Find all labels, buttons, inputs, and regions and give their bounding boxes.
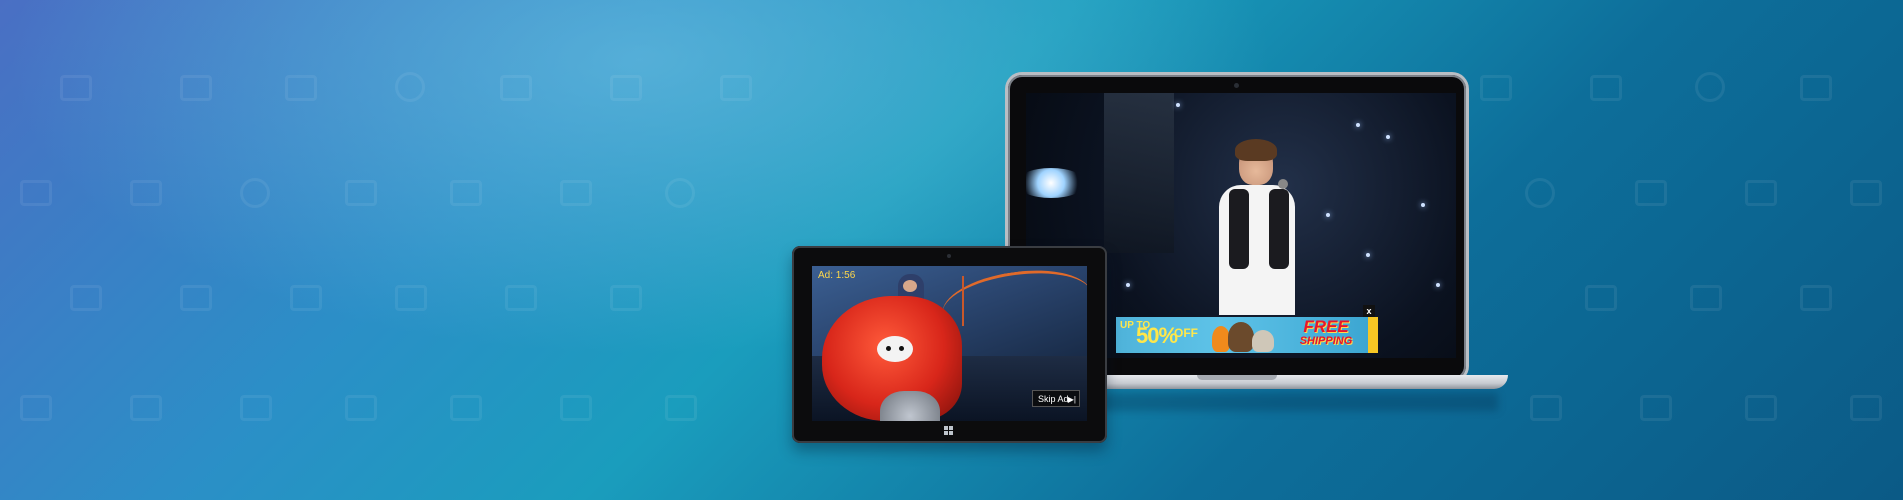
- calendar-icon: [395, 285, 427, 311]
- gear-icon: [450, 395, 482, 421]
- circle-icon: [665, 178, 695, 208]
- windows-start-button[interactable]: [944, 426, 954, 436]
- document-icon: [70, 285, 102, 311]
- microphone-icon: [1278, 179, 1288, 189]
- baymax-eye: [886, 346, 891, 351]
- stage-star: [1326, 213, 1330, 217]
- ad-countdown: Ad: 1:56: [818, 270, 856, 281]
- singer-hair: [1235, 139, 1277, 161]
- ad-side-tab[interactable]: [1368, 317, 1378, 353]
- overlay-ad-banner[interactable]: UP TO 50% OFF FREE SHIPPING: [1116, 317, 1378, 353]
- skip-ad-button[interactable]: Skip Ad ▶|: [1032, 390, 1080, 407]
- calendar-icon: [1690, 285, 1722, 311]
- pencil-icon: [240, 395, 272, 421]
- document-icon: [1800, 285, 1832, 311]
- ad-close-button[interactable]: x: [1363, 305, 1375, 317]
- skip-next-icon: ▶|: [1067, 395, 1076, 404]
- ad-free-shipping: FREE SHIPPING: [1291, 317, 1361, 349]
- monitor-icon: [345, 180, 377, 206]
- stage-star: [1436, 283, 1440, 287]
- bridge-scene: [938, 266, 1087, 346]
- bridge-tower: [962, 276, 964, 326]
- skip-ad-label: Skip Ad: [1038, 394, 1069, 404]
- cat-image: [1252, 330, 1274, 352]
- ad-free-line1: FREE: [1303, 317, 1349, 336]
- circle-icon: [1525, 178, 1555, 208]
- ad-off-text: OFF: [1174, 326, 1198, 340]
- share-icon: [1695, 72, 1725, 102]
- rocket-icon: [1585, 285, 1617, 311]
- paperclip-icon: [1800, 75, 1832, 101]
- tablet-icon: [130, 395, 162, 421]
- baymax-eye: [899, 346, 904, 351]
- baymax-fist: [880, 391, 940, 421]
- paperclip-icon: [500, 75, 532, 101]
- tag-icon: [610, 75, 642, 101]
- video-icon: [560, 180, 592, 206]
- rocket-icon: [290, 285, 322, 311]
- circle-icon: [240, 178, 270, 208]
- video-icon: [130, 180, 162, 206]
- stage-light: [1026, 168, 1086, 198]
- stage-panel: [1104, 93, 1174, 253]
- pencil-icon: [665, 395, 697, 421]
- document-icon: [505, 285, 537, 311]
- stage-star: [1386, 135, 1390, 139]
- window-icon: [720, 75, 752, 101]
- tag-icon: [180, 75, 212, 101]
- stage-star: [1366, 253, 1370, 257]
- video-icon: [1850, 180, 1882, 206]
- headphones-icon: [610, 285, 642, 311]
- hiro-face: [903, 280, 917, 292]
- ad-pets-image: [1212, 320, 1282, 352]
- baymax-face: [877, 336, 913, 362]
- ad-free-line2: SHIPPING: [1299, 335, 1353, 347]
- dog-image: [1228, 322, 1254, 352]
- ad-percent-text: 50%: [1136, 323, 1178, 348]
- laptop-camera: [1234, 83, 1239, 88]
- tablet-camera: [947, 254, 951, 258]
- gear-icon: [20, 395, 52, 421]
- laptop-notch: [1197, 375, 1277, 380]
- video-icon: [345, 395, 377, 421]
- paperclip-icon: [60, 75, 92, 101]
- baymax-figure: [822, 296, 962, 421]
- window-icon: [1590, 75, 1622, 101]
- tag-icon: [1480, 75, 1512, 101]
- tablet-device: Ad: 1:56 Skip Ad ▶|: [792, 246, 1107, 443]
- share-icon: [395, 72, 425, 102]
- edit-icon: [20, 180, 52, 206]
- tablet-icon: [1850, 395, 1882, 421]
- stage-star: [1126, 283, 1130, 287]
- singer-vest: [1269, 189, 1289, 269]
- window-icon: [285, 75, 317, 101]
- stage-star: [1421, 203, 1425, 207]
- pencil-icon: [1530, 395, 1562, 421]
- monitor-icon: [1635, 180, 1667, 206]
- tablet-video-player[interactable]: Ad: 1:56 Skip Ad ▶|: [812, 266, 1087, 421]
- video-icon: [1640, 395, 1672, 421]
- singer-vest: [1229, 189, 1249, 269]
- gear-icon: [1745, 395, 1777, 421]
- edit-icon: [1745, 180, 1777, 206]
- tablet-icon: [560, 395, 592, 421]
- edit-icon: [450, 180, 482, 206]
- stage-star: [1176, 103, 1180, 107]
- headphones-icon: [180, 285, 212, 311]
- stage-star: [1356, 123, 1360, 127]
